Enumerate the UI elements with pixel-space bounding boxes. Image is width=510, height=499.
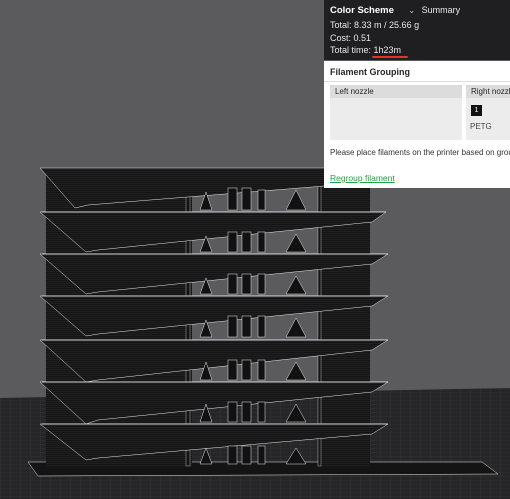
filament-material: PETG: [470, 122, 492, 131]
total-label: Total:: [330, 20, 352, 30]
total-time-row: Total time: 1h23m: [330, 45, 401, 55]
filament-grouping-title: Filament Grouping: [330, 67, 410, 77]
red-underline-annotation: [372, 56, 408, 58]
left-nozzle-label: Left nozzle: [330, 85, 462, 98]
divider: [324, 81, 510, 82]
summary-panel: Color Scheme ⌄ Summary Total: 8.33 m / 2…: [324, 0, 510, 60]
regroup-filament-link[interactable]: Regroup filament: [330, 173, 395, 183]
total-time-value: 1h23m: [373, 45, 402, 55]
total-time-label: Total time:: [330, 45, 372, 55]
color-scheme-title: Color Scheme: [330, 5, 394, 16]
grouping-hint: Please place filaments on the printer ba…: [330, 148, 510, 157]
filament-slot-badge[interactable]: 1: [471, 105, 482, 116]
cost-row: Cost: 0.51: [330, 33, 371, 43]
cost-value: 0.51: [353, 33, 372, 43]
cost-label: Cost:: [330, 33, 352, 43]
view-mode-dropdown[interactable]: Summary: [422, 5, 461, 15]
total-row: Total: 8.33 m / 25.66 g: [330, 20, 419, 30]
filament-grouping-panel: Filament Grouping Left nozzle Right nozz…: [324, 61, 510, 188]
left-nozzle-box[interactable]: Left nozzle: [330, 85, 462, 140]
total-value: 8.33 m / 25.66 g: [354, 20, 420, 30]
summary-header: Color Scheme ⌄ Summary: [330, 5, 460, 16]
right-nozzle-box[interactable]: Right nozzle 1 PETG: [466, 85, 510, 140]
right-nozzle-label: Right nozzle: [466, 85, 510, 98]
chevron-down-icon[interactable]: ⌄: [408, 6, 415, 15]
